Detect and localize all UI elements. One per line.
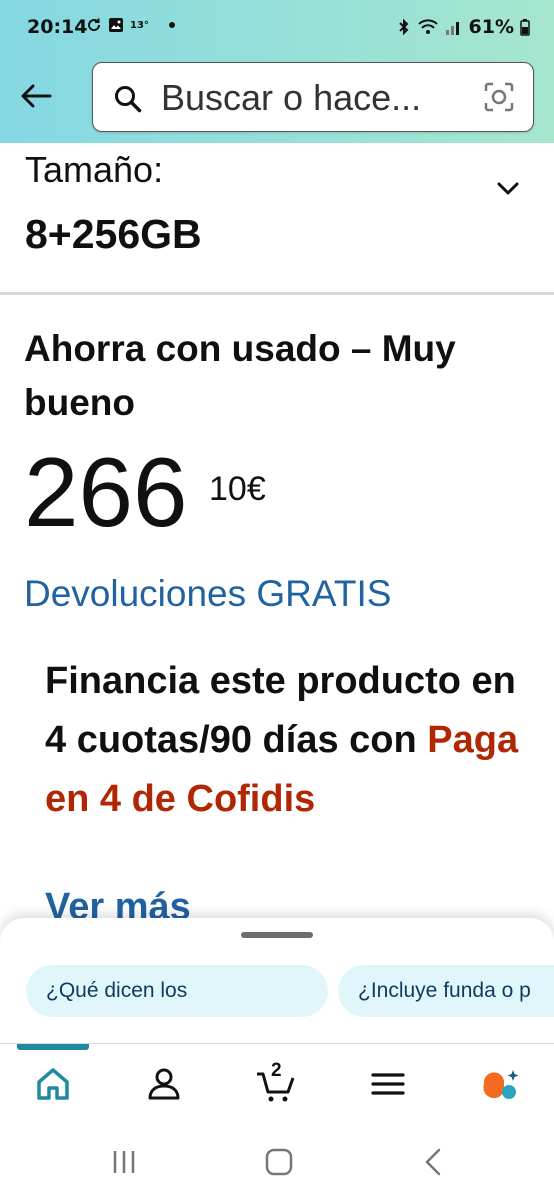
status-system-icons: 61% [397, 16, 530, 38]
home-icon[interactable] [33, 1064, 73, 1104]
search-icon [115, 86, 142, 113]
status-time: 20:14 [27, 16, 88, 38]
price-whole: 266 [24, 437, 188, 547]
cart-button[interactable]: 2 [256, 1060, 296, 1104]
free-returns-link[interactable]: Devoluciones GRATIS [24, 573, 391, 615]
battery-percentage: 61% [468, 16, 514, 38]
system-navigation-bar [0, 1123, 554, 1200]
app-header: 20:14 13° 61% Buscar o hace... [0, 0, 554, 143]
bottom-navigation: 2 [0, 1043, 554, 1123]
signal-icon [445, 22, 459, 35]
rufus-assistant-icon[interactable] [480, 1064, 520, 1104]
bluetooth-icon [398, 18, 408, 36]
recent-apps-icon[interactable] [106, 1147, 142, 1177]
size-value: 8+256GB [25, 211, 202, 257]
menu-icon[interactable] [368, 1064, 408, 1104]
suggestion-chip[interactable]: ¿Incluye funda o p [338, 965, 554, 1017]
financing-info: Financia este producto en 4 cuotas/90 dí… [45, 652, 535, 829]
sheet-drag-handle[interactable] [241, 932, 313, 938]
wifi-icon [417, 19, 438, 34]
system-back-icon[interactable] [416, 1147, 452, 1177]
back-arrow-icon[interactable] [18, 78, 54, 114]
size-label: Tamaño: [25, 149, 164, 190]
battery-icon [520, 19, 530, 36]
suggestion-chip[interactable]: ¿Qué dicen los [26, 965, 328, 1017]
price-fraction: 10€ [209, 470, 266, 508]
search-placeholder: Buscar o hace... [161, 77, 422, 118]
chevron-down-icon[interactable] [493, 173, 523, 203]
nav-active-indicator [17, 1044, 89, 1050]
cart-count-badge: 2 [271, 1060, 282, 1081]
suggestions-sheet: ¿Qué dicen los ¿Incluye funda o p [0, 918, 554, 1048]
account-icon[interactable] [144, 1064, 184, 1104]
sync-icon [88, 18, 101, 32]
search-input[interactable]: Buscar o hace... [92, 62, 534, 132]
size-selector[interactable]: Tamaño: 8+256GB [0, 143, 554, 293]
status-dot-icon [168, 22, 175, 28]
system-home-icon[interactable] [261, 1147, 297, 1177]
status-temperature: 13° [130, 19, 149, 31]
camera-search-icon[interactable] [483, 81, 515, 113]
gallery-icon [109, 18, 123, 32]
status-bar: 20:14 13° 61% [0, 0, 554, 58]
status-notification-icons: 13° [86, 17, 175, 33]
used-offer-title: Ahorra con usado – Muy bueno [24, 328, 456, 423]
section-divider [0, 292, 554, 295]
